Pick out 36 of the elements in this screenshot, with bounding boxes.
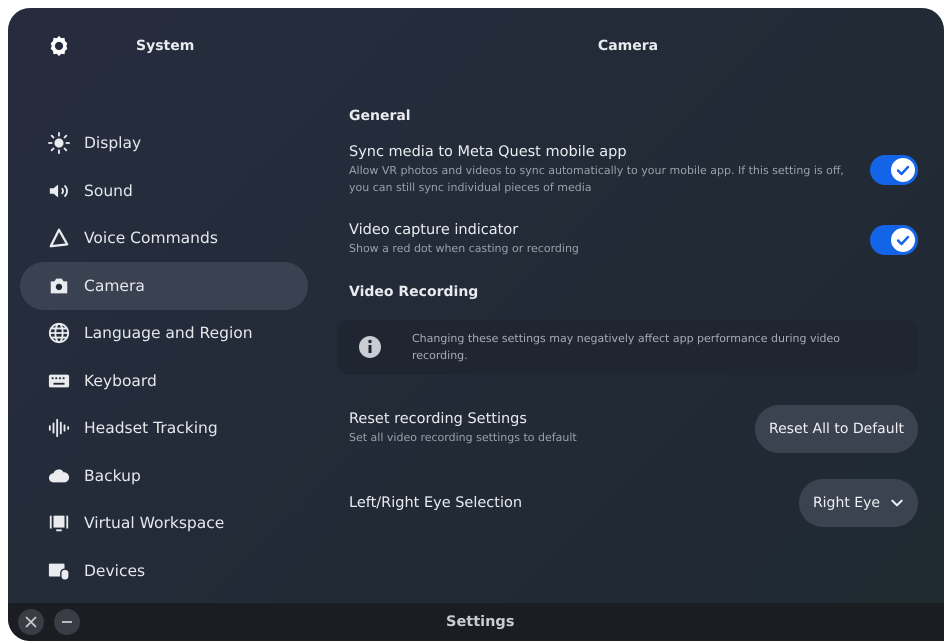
sidebar-title: System bbox=[136, 38, 194, 54]
toggle-switch[interactable] bbox=[870, 155, 918, 185]
app-title: Settings bbox=[446, 614, 514, 630]
sidebar-item[interactable]: Headset Tracking bbox=[20, 404, 308, 452]
notice-text: Changing these settings may negatively affect app performance during video recording. bbox=[412, 330, 842, 364]
setting-title: Video capture indicator bbox=[349, 222, 520, 238]
waveform-icon bbox=[48, 417, 70, 439]
sun-icon bbox=[48, 132, 70, 154]
sidebar-item[interactable]: Voice Commands bbox=[20, 214, 308, 262]
triangle-icon bbox=[48, 227, 70, 249]
settings-icon bbox=[48, 35, 70, 57]
section-heading: Video Recording bbox=[349, 284, 478, 300]
toggle-switch[interactable] bbox=[870, 224, 918, 255]
sidebar-item[interactable]: Devices bbox=[20, 546, 308, 594]
sidebar-item[interactable]: Camera bbox=[20, 262, 308, 310]
setting-description: Allow VR photos and videos to sync automatically to your mobile app. If this setting is off, you can still sync individual pieces of media bbox=[349, 163, 845, 196]
setting-description: Show a red dot when casting or recording bbox=[349, 241, 579, 257]
sidebar-item[interactable]: Language and Region bbox=[20, 309, 308, 357]
eye-dropdown[interactable]: Right Eye bbox=[798, 478, 918, 527]
setting-description: Set all video recording settings to default bbox=[349, 430, 577, 446]
close-button[interactable] bbox=[18, 609, 44, 635]
sidebar-item[interactable]: Sound bbox=[20, 166, 308, 214]
sidebar-item[interactable]: Backup bbox=[20, 452, 308, 500]
page-title: Camera bbox=[598, 38, 658, 54]
setting-title: Reset recording Settings bbox=[349, 410, 528, 427]
info-icon bbox=[358, 335, 382, 360]
setting-title: Left/Right Eye Selection bbox=[349, 494, 522, 511]
sidebar-item[interactable]: Virtual Workspace bbox=[20, 499, 308, 547]
minimize-button[interactable] bbox=[54, 609, 80, 635]
close-icon bbox=[24, 615, 38, 629]
reset-button[interactable]: Reset All to Default bbox=[754, 404, 918, 453]
globe-icon bbox=[48, 322, 70, 344]
sidebar-item[interactable]: Keyboard bbox=[20, 356, 308, 404]
section-heading: General bbox=[349, 108, 411, 124]
setting-title: Sync media to Meta Quest mobile app bbox=[349, 144, 628, 160]
sidebar-item[interactable]: Display bbox=[20, 119, 308, 167]
